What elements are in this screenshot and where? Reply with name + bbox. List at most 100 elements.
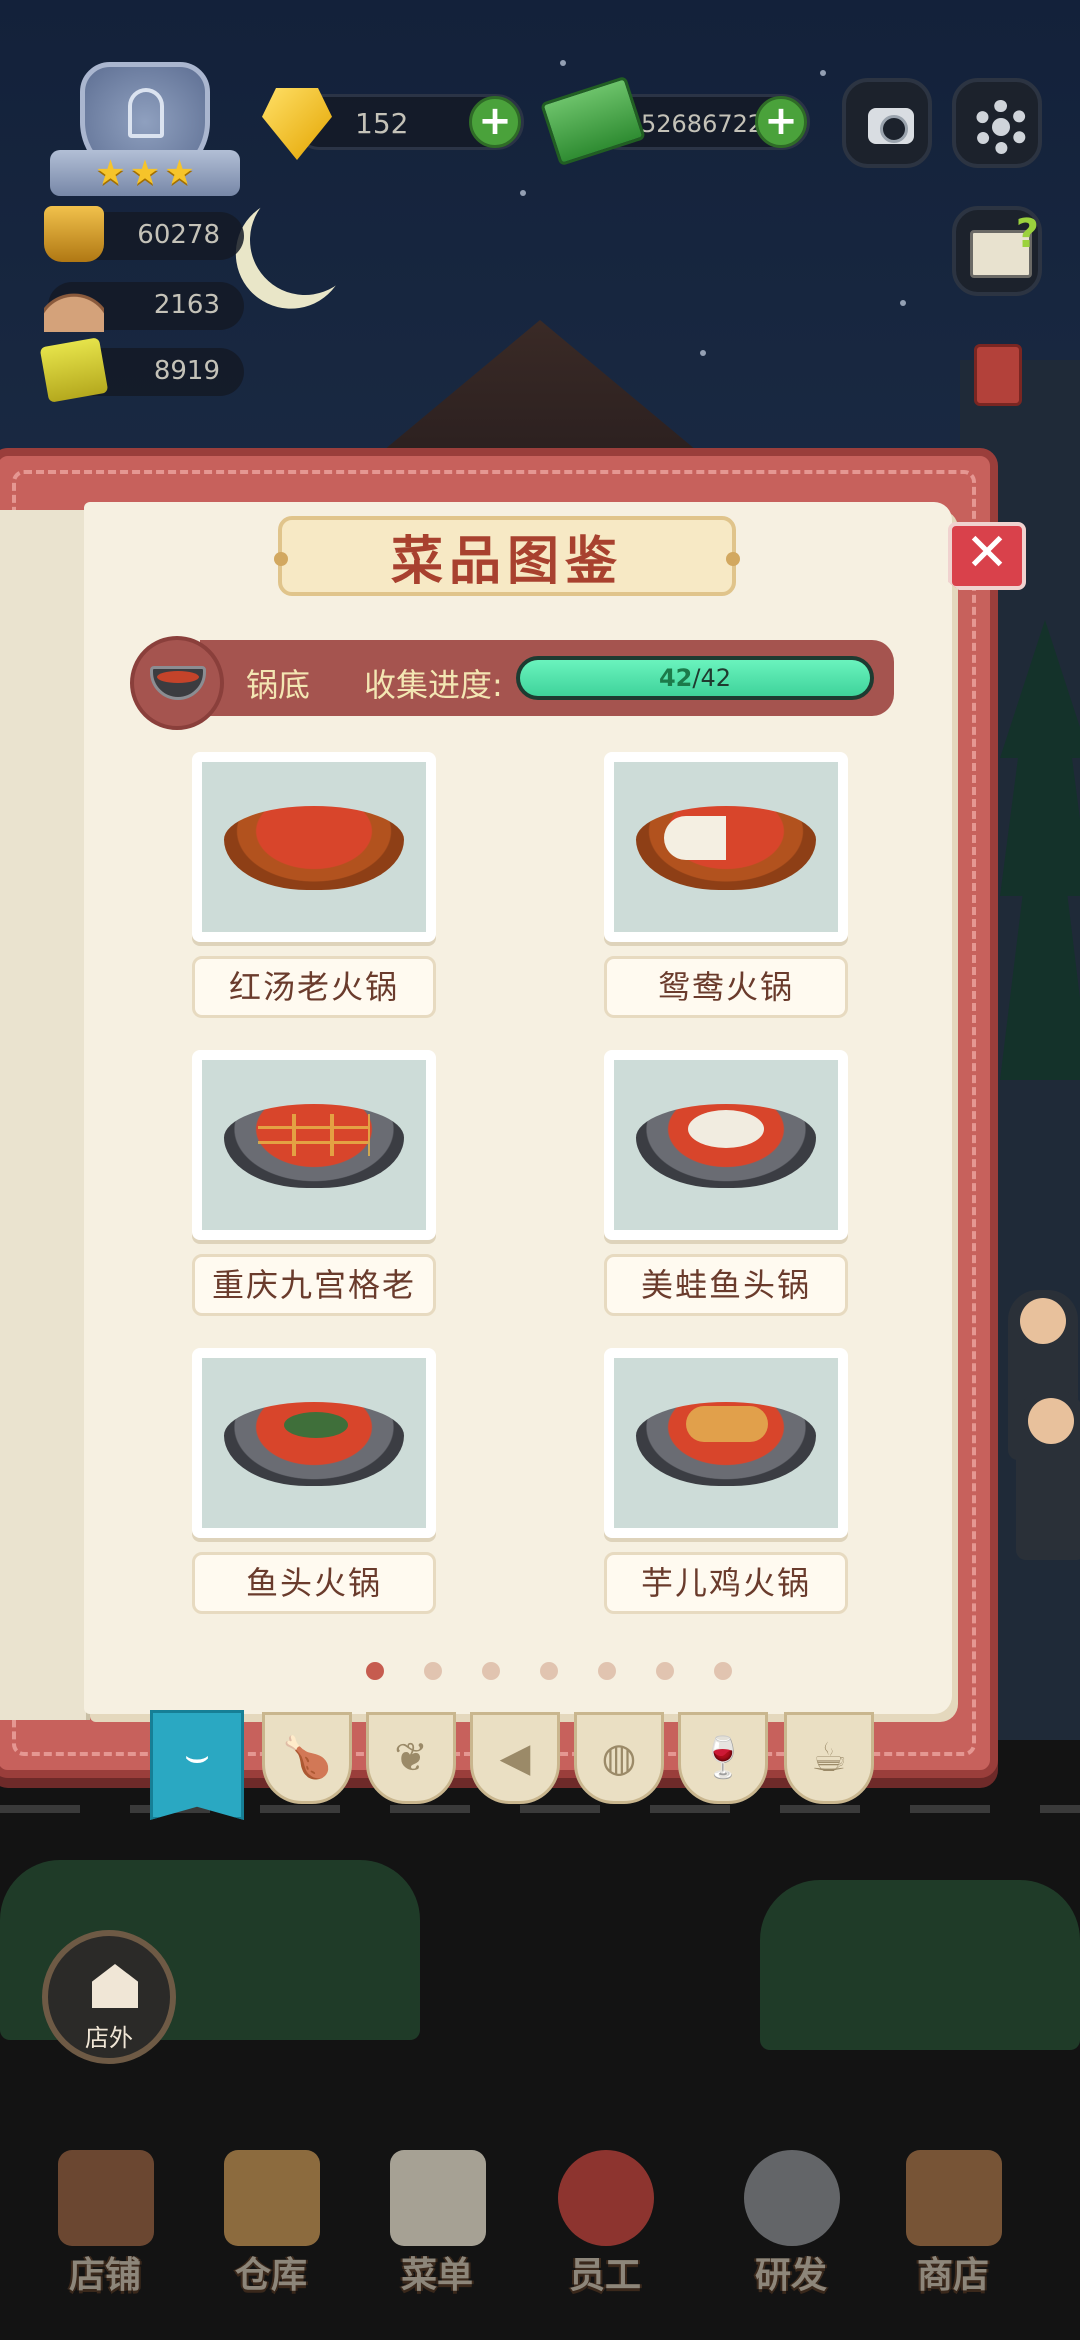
dish-card[interactable]: 芋儿鸡火锅	[604, 1348, 848, 1614]
chef-rank-badge[interactable]: ★ ★ ★	[50, 58, 240, 198]
dish-name: 重庆九宫格老	[192, 1254, 436, 1316]
hotpot-image	[224, 806, 404, 890]
cloche-icon	[44, 276, 104, 332]
nav-store[interactable]: 店铺	[30, 2150, 180, 2320]
drumstick-tab-icon: 🍗	[282, 1735, 332, 1781]
dish-image-frame	[604, 1348, 848, 1538]
camera-icon	[868, 108, 914, 144]
star	[820, 70, 826, 76]
served-stat: 2163	[44, 276, 244, 332]
customer-character	[1016, 1390, 1080, 1560]
hotpot-image	[636, 1104, 816, 1188]
dish-name: 美蛙鱼头锅	[604, 1254, 848, 1316]
progress-total: /42	[692, 664, 732, 692]
wok-icon	[744, 2150, 840, 2246]
nav-menu[interactable]: 菜单	[362, 2150, 512, 2320]
broccoli-tab-icon: ❦	[394, 1735, 428, 1781]
hotpot-image	[636, 1402, 816, 1486]
dish-card[interactable]: 美蛙鱼头锅	[604, 1050, 848, 1316]
ticket-stat-value: 8919	[153, 356, 220, 386]
progress-current: 42	[658, 664, 693, 692]
close-button[interactable]: ✕	[948, 522, 1026, 590]
modal-title: 菜品图鉴	[390, 531, 623, 592]
star-icon: ★	[164, 153, 195, 193]
dish-card[interactable]: 鱼头火锅	[192, 1348, 436, 1614]
dish-image-frame	[192, 752, 436, 942]
tab-drink[interactable]: 🍷	[678, 1712, 768, 1804]
dish-name: 鱼头火锅	[192, 1552, 436, 1614]
category-tabs: ⌣ 🍗 ❦ ◀ ◍ 🍷 ☕	[150, 1710, 874, 1820]
settings-button[interactable]	[952, 78, 1042, 168]
dish-card[interactable]: 鸳鸯火锅	[604, 752, 848, 1018]
add-gems-button[interactable]: +	[469, 96, 521, 148]
storefront-icon	[58, 2150, 154, 2246]
recipe-book-button[interactable]	[952, 330, 1042, 420]
help-guide-button[interactable]: ?	[952, 206, 1042, 296]
camera-button[interactable]	[842, 78, 932, 168]
whisk-icon	[128, 88, 164, 138]
hotpot-icon	[44, 206, 104, 262]
dish-image	[202, 762, 426, 932]
outside-label: 店外	[85, 2024, 133, 2052]
page-dot-4[interactable]	[540, 1662, 558, 1680]
dish-name: 鸳鸯火锅	[604, 956, 848, 1018]
bread-tab-icon: ◍	[601, 1735, 637, 1781]
help-book-icon: ?	[970, 211, 1039, 278]
hotpot-image	[224, 1402, 404, 1486]
gem-count: 152	[355, 107, 409, 140]
nav-shop[interactable]: 商店	[878, 2150, 1028, 2320]
hotpot-image	[224, 1104, 404, 1188]
hotpot-stat: 60278	[44, 206, 244, 262]
cash-amount: 52686722	[641, 110, 764, 138]
page-dot-6[interactable]	[656, 1662, 674, 1680]
dish-image-frame	[604, 1050, 848, 1240]
hotpot-image	[636, 806, 816, 890]
page-dot-1[interactable]	[366, 1662, 384, 1680]
star	[520, 190, 526, 196]
nav-research[interactable]: 研发	[716, 2150, 866, 2320]
nav-staff[interactable]: 员工	[530, 2150, 680, 2320]
outside-button[interactable]: 店外	[42, 1930, 176, 2064]
chef-icon	[558, 2150, 654, 2246]
fish-tab-icon: ◀	[499, 1735, 531, 1781]
dish-image	[202, 1060, 426, 1230]
nav-label: 菜单	[400, 2255, 473, 2296]
dish-image	[202, 1358, 426, 1528]
star	[560, 60, 566, 66]
page-dot-7[interactable]	[714, 1662, 732, 1680]
star-rating: ★ ★ ★	[50, 150, 240, 196]
nav-label: 研发	[754, 2255, 827, 2296]
dish-card[interactable]: 重庆九宫格老	[192, 1050, 436, 1316]
page-dot-5[interactable]	[598, 1662, 616, 1680]
nav-warehouse[interactable]: 仓库	[196, 2150, 346, 2320]
dish-card[interactable]: 红汤老火锅	[192, 752, 436, 1018]
tab-vegetable[interactable]: ❦	[366, 1712, 456, 1804]
tab-staple[interactable]: ◍	[574, 1712, 664, 1804]
dessert-tab-icon: ☕	[811, 1735, 847, 1781]
dish-name: 红汤老火锅	[192, 956, 436, 1018]
book-left-page	[0, 510, 90, 1720]
star	[900, 300, 906, 306]
tab-hotpot-base[interactable]: ⌣	[150, 1710, 244, 1820]
page-dot-2[interactable]	[424, 1662, 442, 1680]
page-dot-3[interactable]	[482, 1662, 500, 1680]
dish-image-frame	[604, 752, 848, 942]
tab-seafood[interactable]: ◀	[470, 1712, 560, 1804]
add-cash-button[interactable]: +	[755, 96, 807, 148]
progress-label: 收集进度:	[364, 666, 503, 704]
crates-icon	[224, 2150, 320, 2246]
ticket-stat: 8919	[39, 337, 244, 403]
nav-label: 店铺	[68, 2255, 141, 2296]
dish-image-frame	[192, 1348, 436, 1538]
dish-image	[614, 1358, 838, 1528]
dish-image	[614, 1060, 838, 1230]
hotpot-tab-icon: ⌣	[183, 1733, 211, 1779]
served-stat-value: 2163	[153, 290, 220, 320]
star-icon: ★	[95, 153, 126, 193]
nav-label: 商店	[916, 2255, 989, 2296]
house-icon	[92, 1964, 138, 2008]
category-label: 锅底	[246, 666, 311, 704]
page-indicator	[366, 1662, 732, 1680]
tab-dessert[interactable]: ☕	[784, 1712, 874, 1804]
tab-meat[interactable]: 🍗	[262, 1712, 352, 1804]
